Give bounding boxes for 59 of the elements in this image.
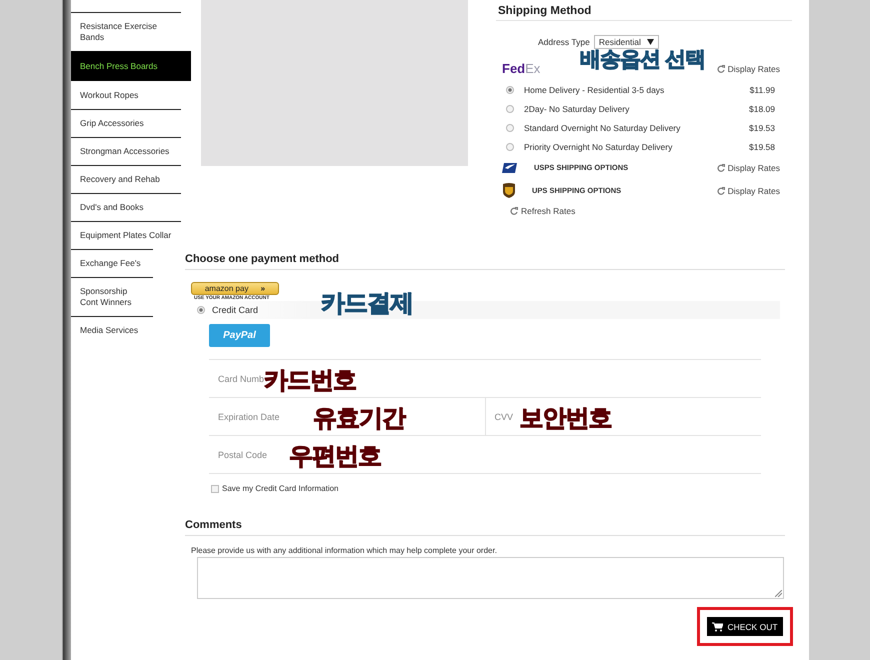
annotation: 카드결제 (321, 289, 413, 319)
sidebar-item[interactable]: Exchange Fee's (71, 249, 153, 277)
option-label: Home Delivery - Residential 3-5 days (524, 84, 664, 94)
refresh-icon (716, 186, 725, 194)
input-field[interactable]: CVV (494, 412, 514, 422)
sidebar-item[interactable]: Media Services (71, 316, 153, 344)
eagle-icon (502, 162, 518, 174)
address-type-select[interactable]: Residential (594, 35, 659, 49)
annotation: 우편번호 (289, 442, 381, 472)
price: $11.99 (750, 84, 776, 94)
option-label: Credit Card (212, 305, 258, 315)
option-label: Priority Overnight No Saturday Delivery (524, 142, 672, 152)
radio-button[interactable] (506, 124, 514, 132)
sidebar-item[interactable]: Strongman Accessories (71, 137, 181, 165)
input-field[interactable]: Expiration Date (218, 412, 280, 422)
sidebar-item[interactable]: Grip Accessories (71, 109, 181, 137)
display-rates-link[interactable]: Display Rates (716, 64, 792, 74)
annotation: 유효기간 (313, 404, 405, 434)
section-title: Comments (185, 519, 785, 536)
sidebar-item[interactable]: Recovery and Rehab (71, 165, 181, 193)
display-rates-link[interactable]: Display Rates (716, 186, 792, 196)
shield-icon (502, 183, 516, 198)
carrier-logo: FedEx (502, 61, 540, 76)
radio-button[interactable] (506, 142, 514, 150)
sidebar-item[interactable]: Equipment Plates Collar (71, 221, 181, 249)
input-field[interactable]: Postal Code (218, 450, 268, 460)
price: $19.53 (749, 122, 776, 132)
annotation: 보안번호 (520, 404, 612, 434)
radio-button[interactable] (197, 306, 205, 314)
refresh-rates-link[interactable]: Refresh Rates (510, 206, 576, 216)
sidebar-item[interactable]: Dvd's and Books (71, 193, 181, 221)
prompt-text: Please provide us with any additional information which may help complete your order. (191, 546, 498, 555)
annotation: 카드번호 (264, 366, 356, 396)
checkbox-label: Save my Credit Card Information (222, 484, 338, 493)
refresh-icon (716, 164, 725, 172)
caret-icon (646, 39, 654, 45)
sidebar-item[interactable]: Bench Press Boards (71, 51, 191, 81)
sidebar-item[interactable]: Sponsorship Cont Winners (71, 277, 153, 316)
price: $19.58 (749, 142, 776, 152)
price: $18.09 (749, 104, 776, 114)
section-title: Shipping Method (496, 5, 792, 21)
radio-button[interactable] (506, 104, 514, 112)
checkout-button[interactable]: CHECK OUT (707, 617, 783, 636)
option-label: 2Day- No Saturday Delivery (524, 104, 630, 114)
display-rates-link[interactable]: Display Rates (716, 162, 792, 172)
section-title: Choose one payment method (185, 253, 785, 270)
resize-grip-icon (775, 590, 782, 597)
comment-box[interactable] (197, 557, 784, 599)
checkbox[interactable] (211, 484, 219, 492)
annotation: 배송옵션 선택 (580, 47, 705, 73)
radio-button[interactable] (506, 86, 514, 94)
amazon-pay-button[interactable]: amazon pay » (191, 282, 279, 295)
field-label: Address Type (538, 37, 590, 47)
refresh-icon (510, 207, 518, 215)
cart-icon (712, 622, 724, 632)
option-label: Standard Overnight No Saturday Delivery (524, 122, 680, 132)
sidebar-item[interactable]: Workout Ropes (71, 81, 181, 109)
refresh-icon (716, 64, 725, 72)
input-field[interactable]: Card Numb (218, 374, 264, 384)
